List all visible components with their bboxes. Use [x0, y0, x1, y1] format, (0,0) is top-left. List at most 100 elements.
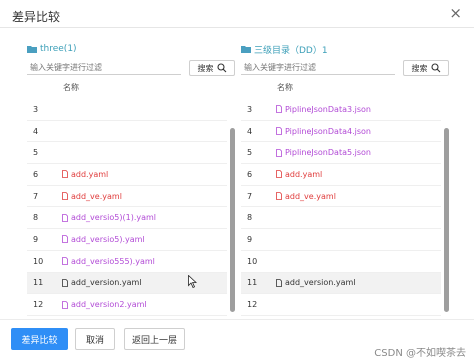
search-button-label: 搜索 [411, 63, 428, 73]
file-name: add.yaml [62, 170, 108, 179]
row-number: 12 [33, 300, 44, 310]
row-number: 7 [33, 191, 39, 201]
file-icon [276, 192, 282, 200]
table-row[interactable]: 12 add_version2.yaml [27, 294, 227, 316]
watermark: CSDN @不如喫茶去 [374, 348, 466, 359]
search-icon [216, 63, 226, 73]
table-row[interactable]: 3 [27, 99, 227, 121]
file-icon [62, 257, 68, 266]
column-header-name: 名称 [63, 83, 79, 92]
back-button[interactable]: 返回上一层 [124, 328, 185, 350]
table-row[interactable]: 10 [241, 251, 441, 273]
left-search-row: 搜索 [27, 60, 236, 76]
row-number: 11 [247, 278, 258, 288]
left-search-input[interactable] [27, 61, 181, 75]
row-number: 10 [247, 256, 258, 266]
file-name-text: PiplineJsonData4.json [285, 126, 371, 136]
file-name: PiplineJsonData3.json [276, 105, 371, 114]
table-row[interactable]: 7 add_ve.yaml [27, 186, 227, 208]
table-row[interactable]: 9 add_versio5).yaml [27, 229, 227, 251]
row-number: 8 [247, 213, 253, 223]
file-icon [276, 105, 282, 114]
file-name: add_versio5)(1).yaml [62, 213, 156, 222]
left-scrollbar[interactable] [230, 128, 235, 312]
table-row[interactable]: 9 [241, 229, 441, 251]
row-number: 3 [33, 104, 39, 114]
table-row[interactable]: 8 add_versio5)(1).yaml [27, 207, 227, 230]
cancel-button[interactable]: 取消 [75, 328, 115, 350]
file-name-text: add_versio5).yaml [71, 234, 145, 244]
file-icon [62, 278, 68, 287]
table-row[interactable]: 8 [241, 207, 441, 230]
left-panel-header: three(1) [27, 42, 77, 56]
column-header-name: 名称 [277, 83, 293, 92]
file-name: add.yaml [276, 170, 322, 179]
file-name-text: add_version2.yaml [71, 300, 147, 310]
table-row[interactable]: 3 PiplineJsonData3.json [241, 99, 441, 121]
row-number: 12 [247, 300, 258, 310]
left-file-list: 3 4 5 6 add.yaml 7 add_ve.yaml 8 add_versio5)(1)… [27, 99, 227, 316]
right-file-list: 3 PiplineJsonData3.json 4 PiplineJsonData4.… [241, 99, 441, 316]
table-row[interactable]: 5 PiplineJsonData5.json [241, 142, 441, 165]
table-row[interactable]: 6 add.yaml [241, 164, 441, 186]
left-panel-title: three(1) [40, 44, 77, 54]
right-scrollbar[interactable] [444, 128, 449, 312]
search-icon [430, 63, 440, 73]
row-number: 4 [33, 126, 39, 136]
file-icon [276, 278, 282, 287]
close-icon[interactable]: × [449, 5, 462, 21]
file-icon [276, 148, 282, 157]
right-search-input[interactable] [241, 61, 395, 75]
file-name-text: add_version.yaml [285, 278, 356, 288]
footer-divider [0, 319, 474, 320]
right-search-row: 搜索 [241, 60, 450, 76]
row-number: 4 [247, 126, 253, 136]
folder-icon [27, 45, 37, 53]
row-number: 5 [247, 148, 253, 158]
file-name-text: add_versio5)(1).yaml [71, 213, 157, 223]
table-row[interactable]: 11 add_version.yaml [27, 272, 227, 295]
file-name-text: add.yaml [71, 169, 109, 179]
file-name: PiplineJsonData5.json [276, 148, 371, 157]
left-column-header: 名称 [27, 81, 227, 95]
compare-button[interactable]: 差异比较 [11, 328, 68, 350]
left-search-button[interactable]: 搜索 [189, 60, 235, 76]
right-panel: 三级目录（DD）1 搜索 名称 3 PiplineJsonData3.json 4 P… [241, 42, 450, 316]
file-icon [62, 235, 68, 244]
table-row[interactable]: 6 add.yaml [27, 164, 227, 186]
row-number: 9 [247, 234, 253, 244]
file-name: add_version.yaml [276, 278, 356, 287]
table-row[interactable]: 4 [27, 121, 227, 143]
row-number: 11 [33, 278, 44, 288]
table-row[interactable]: 10 add_versio555).yaml [27, 251, 227, 273]
file-name-text: add_version.yaml [71, 278, 142, 288]
right-search-button[interactable]: 搜索 [403, 60, 449, 76]
file-name: add_ve.yaml [62, 192, 122, 201]
table-row[interactable]: 5 [27, 142, 227, 165]
title-divider [0, 27, 474, 28]
right-panel-header: 三级目录（DD）1 [241, 42, 328, 56]
search-button-label: 搜索 [197, 63, 214, 73]
table-row[interactable]: 4 PiplineJsonData4.json [241, 121, 441, 143]
folder-icon [241, 45, 251, 53]
mouse-cursor-icon [188, 275, 197, 288]
file-icon [276, 170, 282, 179]
table-row[interactable]: 12 [241, 294, 441, 316]
table-row[interactable]: 7 add_ve.yaml [241, 186, 441, 208]
file-name-text: add_ve.yaml [71, 191, 122, 201]
file-name-text: PiplineJsonData5.json [285, 148, 371, 158]
left-panel: three(1) 搜索 名称 3 4 5 6 add.yaml 7 add_ve.yaml 8… [27, 42, 236, 316]
file-icon [62, 213, 68, 222]
file-name-text: PiplineJsonData3.json [285, 104, 371, 114]
file-name: add_ve.yaml [276, 192, 336, 201]
table-row[interactable]: 11 add_version.yaml [241, 272, 441, 295]
file-icon [276, 127, 282, 135]
row-number: 8 [33, 213, 39, 223]
row-number: 6 [247, 169, 253, 179]
row-number: 9 [33, 234, 39, 244]
file-name: PiplineJsonData4.json [276, 127, 371, 136]
file-name-text: add_ve.yaml [285, 191, 336, 201]
row-number: 5 [33, 148, 39, 158]
file-name: add_version.yaml [62, 278, 142, 287]
row-number: 7 [247, 191, 253, 201]
